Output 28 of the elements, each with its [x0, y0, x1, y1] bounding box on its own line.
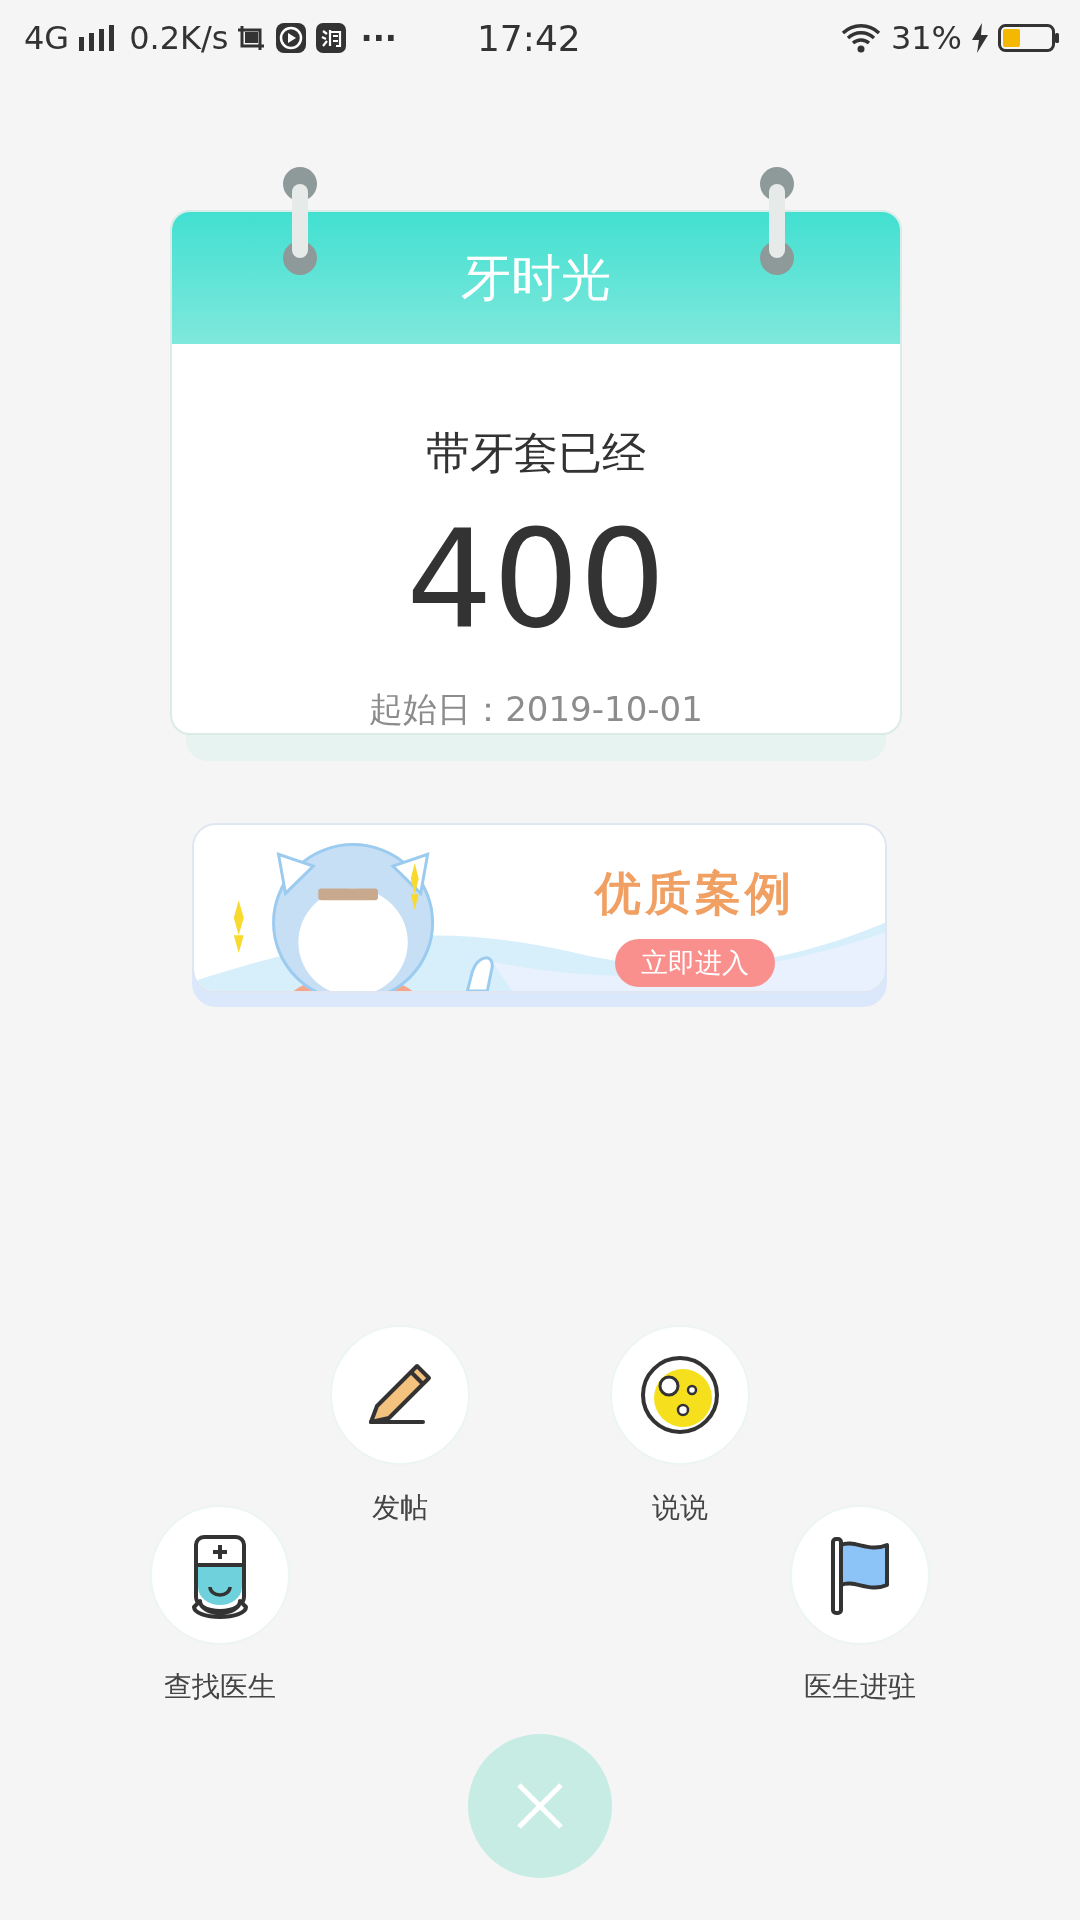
close-icon [515, 1781, 565, 1831]
banner-title: 优质案例 [595, 865, 795, 922]
screenshot-icon [238, 24, 267, 52]
signal-icon [79, 25, 116, 51]
play-icon [276, 23, 307, 53]
clock-time: 17:42 [476, 17, 581, 59]
enter-button[interactable]: 立即进入 [615, 939, 775, 987]
more-notifications: ··· [360, 19, 397, 57]
network-type: 4G [24, 19, 70, 57]
wifi-icon [840, 23, 881, 53]
case-banner[interactable]: 优质案例 立即进入 [192, 823, 887, 993]
battery-percent: 31% [890, 19, 962, 57]
binder-ring-icon [759, 166, 795, 276]
start-date: 起始日：2019-10-01 [369, 688, 703, 731]
day-count: 400 [406, 511, 666, 647]
binder-ring-icon [282, 166, 318, 276]
moon-icon [639, 1354, 721, 1436]
network-speed: 0.2K/s [129, 19, 229, 57]
action-label: 发帖 [371, 1490, 429, 1526]
flag-icon [829, 1535, 891, 1615]
action-label: 医生进驻 [803, 1669, 917, 1705]
calendar-title: 牙时光 [461, 247, 611, 309]
battery-icon [998, 24, 1060, 52]
charging-icon [972, 23, 988, 53]
action-label: 查找医生 [163, 1669, 277, 1705]
app-icon [316, 23, 347, 53]
duration-caption: 带牙套已经 [426, 426, 646, 480]
action-label: 说说 [651, 1490, 709, 1526]
